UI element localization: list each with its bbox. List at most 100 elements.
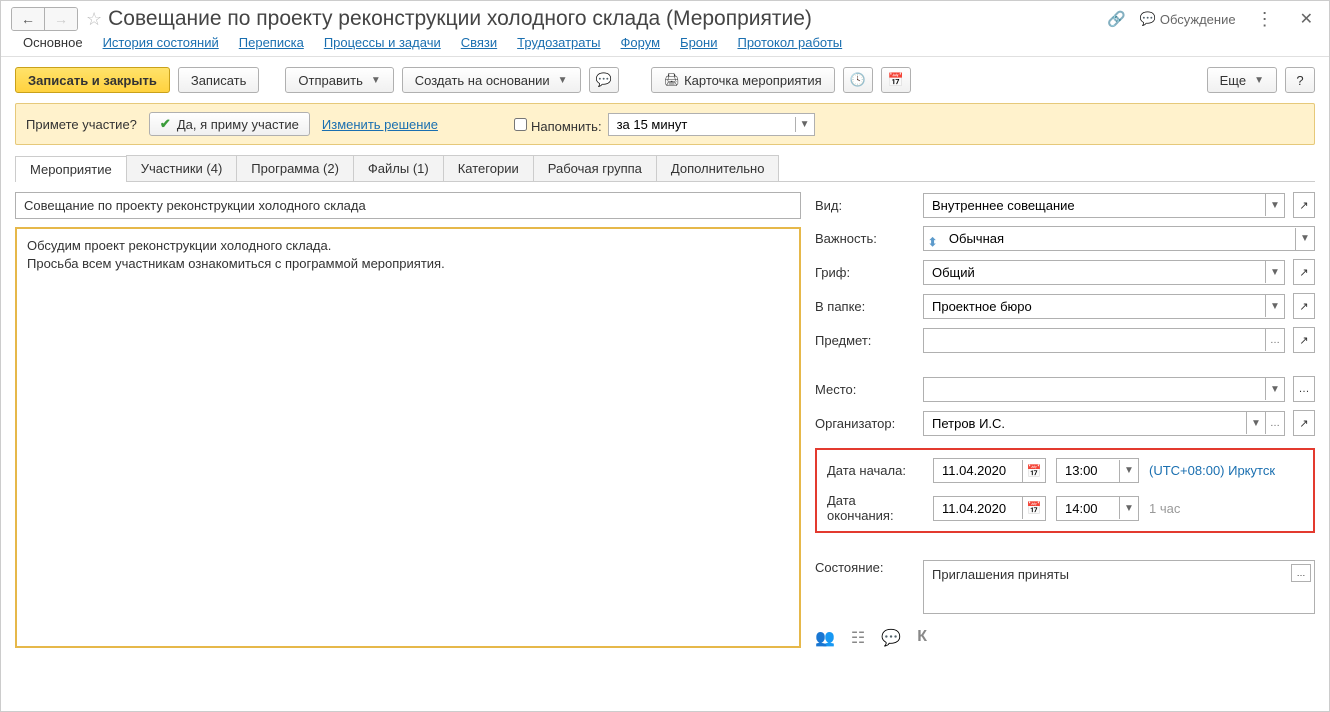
start-time-input[interactable] (1057, 459, 1119, 482)
save-button[interactable]: Записать (178, 67, 260, 93)
sub-tab-files[interactable]: Файлы (1) (353, 155, 444, 181)
category-k-icon[interactable]: К (917, 628, 927, 648)
duration-text: 1 час (1149, 501, 1180, 516)
remind-dropdown-button[interactable]: ▼ (795, 117, 814, 132)
discussion-label: Обсуждение (1160, 12, 1236, 27)
favorite-star-icon[interactable]: ☆ (86, 9, 102, 30)
nav-tab-bookings[interactable]: Брони (680, 35, 717, 50)
subject-field[interactable]: Совещание по проекту реконструкции холод… (15, 192, 801, 219)
create-based-on-button[interactable]: Создать на основании▼ (402, 67, 581, 93)
organizer-dropdown-button[interactable]: ▼ (1246, 412, 1265, 434)
kind-label: Вид: (815, 198, 915, 213)
check-icon: ✔ (160, 116, 171, 132)
folder-input[interactable] (924, 295, 1265, 318)
participation-question: Примете участие? (26, 117, 137, 132)
chat-button[interactable]: 💬 (589, 67, 619, 93)
hierarchy-icon[interactable]: ☷ (851, 628, 865, 648)
folder-label: В папке: (815, 299, 915, 314)
nav-tab-protocol[interactable]: Протокол работы (737, 35, 842, 50)
clock-button[interactable]: 🕓 (843, 67, 873, 93)
comments-icon[interactable]: 💬 (881, 628, 901, 648)
status-value: Приглашения приняты (932, 567, 1069, 582)
importance-label: Важность: (815, 231, 915, 246)
kind-input[interactable] (924, 194, 1265, 217)
start-date-input[interactable] (934, 459, 1022, 482)
close-icon[interactable]: ✕ (1294, 9, 1319, 29)
folder-open-button[interactable]: ↗ (1293, 293, 1315, 319)
nav-tab-main[interactable]: Основное (23, 35, 83, 50)
participants-icon[interactable]: 👥 (815, 628, 835, 648)
sub-tab-additional[interactable]: Дополнительно (656, 155, 780, 181)
remind-value-input[interactable] (609, 114, 795, 135)
save-and-close-button[interactable]: Записать и закрыть (15, 67, 170, 93)
grif-input[interactable] (924, 261, 1265, 284)
discussion-button[interactable]: 💬 Обсуждение (1140, 11, 1236, 27)
place-input[interactable] (924, 378, 1265, 401)
nav-tab-processes[interactable]: Процессы и задачи (324, 35, 441, 50)
chevron-down-icon: ▼ (1254, 75, 1264, 86)
printer-icon: 🖨 (664, 72, 681, 88)
description-editor[interactable]: Обсудим проект реконструкции холодного с… (15, 227, 801, 648)
status-label: Состояние: (815, 560, 915, 575)
start-date-label: Дата начала: (827, 463, 923, 478)
place-label: Место: (815, 382, 915, 397)
end-date-picker-button[interactable]: 📅 (1022, 497, 1045, 519)
calendar-add-button[interactable]: 📅 (881, 67, 911, 93)
nav-tab-labor[interactable]: Трудозатраты (517, 35, 600, 50)
nav-tab-history[interactable]: История состояний (103, 35, 219, 50)
status-more-button[interactable]: … (1291, 564, 1311, 582)
sub-tab-program[interactable]: Программа (2) (236, 155, 354, 181)
organizer-input[interactable] (924, 412, 1246, 435)
importance-dropdown-button[interactable]: ▼ (1295, 228, 1314, 250)
nav-tab-forum[interactable]: Форум (621, 35, 661, 50)
start-time-dropdown-button[interactable]: ▼ (1119, 460, 1138, 482)
kind-dropdown-button[interactable]: ▼ (1265, 194, 1284, 216)
nav-tab-links[interactable]: Связи (461, 35, 497, 50)
grif-label: Гриф: (815, 265, 915, 280)
sub-tab-workgroup[interactable]: Рабочая группа (533, 155, 657, 181)
subject-form-input[interactable] (924, 329, 1265, 352)
chat-icon: 💬 (1140, 11, 1156, 27)
send-button[interactable]: Отправить▼ (285, 67, 393, 93)
importance-normal-icon: ⬌ (924, 230, 940, 247)
end-date-label: Дата окончания: (827, 493, 923, 523)
remind-checkbox[interactable] (514, 118, 527, 131)
date-range-block: Дата начала: 📅 ▼ (UTC+08:00) Иркутск Дат… (815, 448, 1315, 533)
grif-dropdown-button[interactable]: ▼ (1265, 261, 1284, 283)
place-more-button[interactable]: … (1293, 376, 1315, 402)
nav-forward-button[interactable]: → (44, 8, 77, 30)
end-date-input[interactable] (934, 497, 1022, 520)
status-box[interactable]: Приглашения приняты … (923, 560, 1315, 614)
accept-participation-button[interactable]: ✔ Да, я приму участие (149, 112, 310, 136)
grif-open-button[interactable]: ↗ (1293, 259, 1315, 285)
remind-checkbox-label[interactable]: Напомнить: (510, 115, 602, 134)
organizer-open-button[interactable]: ↗ (1293, 410, 1315, 436)
subject-label: Предмет: (815, 333, 915, 348)
chevron-down-icon: ▼ (558, 75, 568, 86)
kind-open-button[interactable]: ↗ (1293, 192, 1315, 218)
help-button[interactable]: ? (1285, 67, 1315, 93)
sub-tab-event[interactable]: Мероприятие (15, 156, 127, 182)
importance-input[interactable] (941, 227, 1295, 250)
chevron-down-icon: ▼ (371, 75, 381, 86)
nav-back-button[interactable]: ← (12, 8, 44, 30)
subject-open-button[interactable]: ↗ (1293, 327, 1315, 353)
organizer-more-button[interactable]: … (1265, 412, 1284, 434)
end-time-input[interactable] (1057, 497, 1119, 520)
sub-tab-participants[interactable]: Участники (4) (126, 155, 238, 181)
page-title: Совещание по проекту реконструкции холод… (108, 7, 1107, 31)
end-time-dropdown-button[interactable]: ▼ (1119, 497, 1138, 519)
more-button[interactable]: Еще▼ (1207, 67, 1277, 93)
place-dropdown-button[interactable]: ▼ (1265, 378, 1284, 400)
event-card-button[interactable]: 🖨Карточка мероприятия (651, 67, 835, 93)
nav-tab-correspondence[interactable]: Переписка (239, 35, 304, 50)
sub-tab-categories[interactable]: Категории (443, 155, 534, 181)
start-date-picker-button[interactable]: 📅 (1022, 460, 1045, 482)
subject-more-button[interactable]: … (1265, 329, 1284, 351)
organizer-label: Организатор: (815, 416, 915, 431)
folder-dropdown-button[interactable]: ▼ (1265, 295, 1284, 317)
timezone-link[interactable]: (UTC+08:00) Иркутск (1149, 463, 1275, 478)
more-menu-icon[interactable]: ⋮ (1250, 9, 1280, 30)
link-icon[interactable]: 🔗 (1107, 10, 1126, 28)
change-decision-link[interactable]: Изменить решение (322, 117, 438, 132)
